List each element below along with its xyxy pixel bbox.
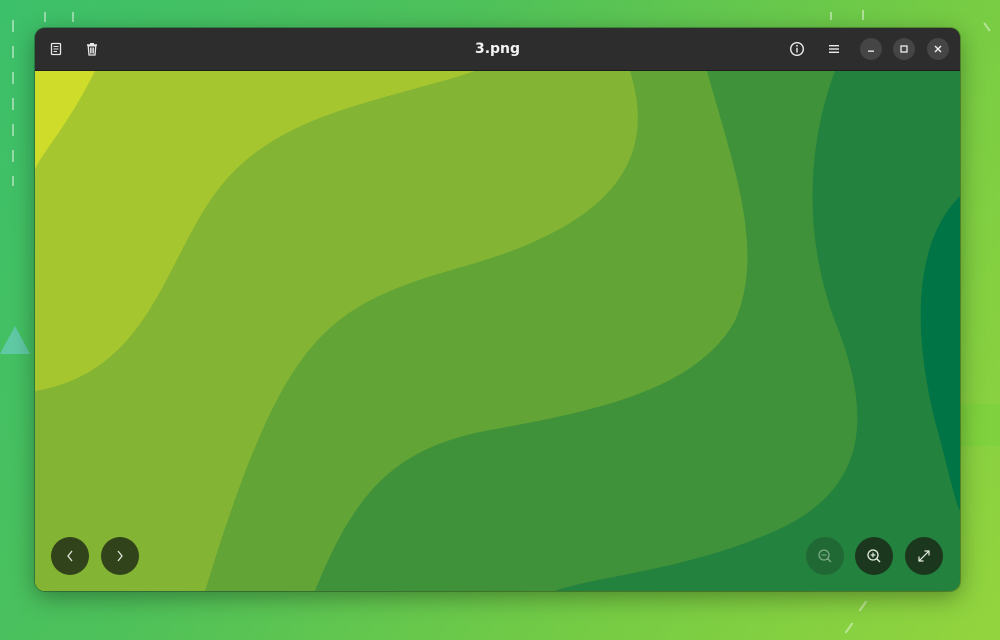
hamburger-menu-icon bbox=[829, 45, 839, 53]
delete-button[interactable] bbox=[79, 36, 105, 62]
minimize-icon bbox=[868, 50, 874, 52]
trash-icon bbox=[87, 43, 97, 56]
info-button[interactable] bbox=[784, 36, 810, 62]
maximize-icon bbox=[900, 45, 908, 53]
chevron-left-icon bbox=[67, 550, 73, 562]
fullscreen-icon bbox=[918, 550, 930, 562]
minimize-button[interactable] bbox=[860, 38, 882, 60]
close-icon bbox=[934, 45, 942, 53]
decor-dash bbox=[12, 72, 14, 84]
decor-dash bbox=[12, 150, 14, 162]
zoom-out-icon bbox=[818, 549, 832, 563]
maximize-button[interactable] bbox=[893, 38, 915, 60]
decor-dash bbox=[844, 622, 854, 634]
decor-bar bbox=[960, 404, 1000, 446]
decor-triangle bbox=[0, 326, 30, 354]
image-viewer-window: 3.png bbox=[35, 28, 960, 591]
decor-dash bbox=[12, 176, 14, 186]
fullscreen-button[interactable] bbox=[905, 537, 943, 575]
decor-dash bbox=[12, 124, 14, 136]
decor-dash bbox=[862, 10, 864, 20]
decor-dash bbox=[12, 46, 14, 58]
properties-button[interactable] bbox=[43, 36, 69, 62]
decor-dash bbox=[858, 600, 868, 612]
decor-dash bbox=[983, 22, 991, 32]
previous-image-button[interactable] bbox=[51, 537, 89, 575]
zoom-out-button[interactable] bbox=[806, 537, 844, 575]
main-menu-button[interactable] bbox=[821, 36, 847, 62]
decor-dash bbox=[72, 12, 74, 22]
decor-dash bbox=[830, 12, 832, 20]
zoom-in-button[interactable] bbox=[855, 537, 893, 575]
header-bar[interactable]: 3.png bbox=[35, 28, 960, 71]
close-button[interactable] bbox=[927, 38, 949, 60]
image-canvas[interactable] bbox=[35, 71, 960, 591]
next-image-button[interactable] bbox=[101, 537, 139, 575]
decor-dash bbox=[12, 20, 14, 32]
document-properties-icon bbox=[50, 42, 62, 56]
decor-dash bbox=[44, 12, 46, 22]
info-icon bbox=[789, 41, 805, 57]
displayed-image bbox=[35, 71, 960, 591]
chevron-right-icon bbox=[117, 550, 123, 562]
zoom-in-icon bbox=[867, 549, 881, 563]
decor-dash bbox=[12, 98, 14, 110]
